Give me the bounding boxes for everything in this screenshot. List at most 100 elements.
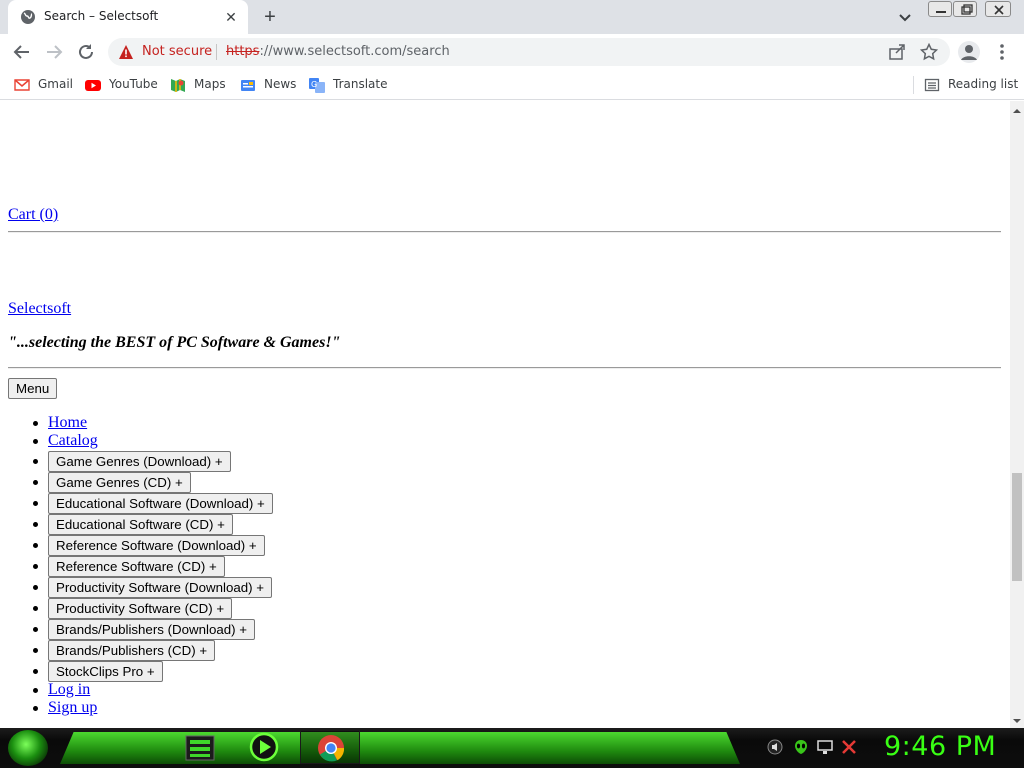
nav-list-item: Game Genres (Download) + bbox=[33, 451, 231, 472]
news-icon bbox=[240, 77, 256, 93]
window-restore-button[interactable] bbox=[953, 1, 977, 17]
page-viewport: Cart (0) Selectsoft "...selecting the BE… bbox=[0, 101, 1010, 728]
nav-expand-button[interactable]: Game Genres (CD) + bbox=[48, 472, 191, 493]
list-bullet bbox=[33, 706, 38, 711]
nav-expand-button[interactable]: Educational Software (CD) + bbox=[48, 514, 233, 535]
list-bullet bbox=[33, 648, 38, 653]
list-bullet bbox=[33, 480, 38, 485]
nav-link-catalog[interactable]: Catalog bbox=[48, 432, 98, 449]
globe-icon bbox=[20, 9, 36, 25]
nav-list-item: Reference Software (Download) + bbox=[33, 535, 265, 556]
nav-expand-button[interactable]: Brands/Publishers (Download) + bbox=[48, 619, 256, 640]
list-bullet bbox=[33, 688, 38, 693]
chrome-taskbar-icon[interactable] bbox=[300, 730, 360, 764]
nav-expand-button[interactable]: Game Genres (Download) + bbox=[48, 451, 231, 472]
tab-strip: Search – Selectsoft ✕ + bbox=[0, 0, 1024, 34]
scroll-down-arrow-icon[interactable] bbox=[1010, 713, 1024, 723]
list-bullet bbox=[33, 606, 38, 611]
nav-expand-button[interactable]: Reference Software (CD) + bbox=[48, 556, 225, 577]
menu-button[interactable]: Menu bbox=[8, 378, 58, 399]
cart-link[interactable]: Cart (0) bbox=[8, 206, 58, 224]
start-button[interactable] bbox=[8, 730, 48, 766]
list-bullet bbox=[33, 543, 38, 548]
url-path: ://www.selectsoft.com/search bbox=[259, 44, 450, 59]
tab-close-icon[interactable]: ✕ bbox=[222, 8, 240, 26]
share-icon[interactable] bbox=[888, 43, 906, 61]
maps-icon bbox=[170, 77, 186, 93]
bookmark-label: News bbox=[264, 77, 297, 91]
warning-triangle-icon[interactable] bbox=[118, 44, 134, 60]
file-manager-icon[interactable] bbox=[182, 730, 218, 764]
nav-list-item: Home bbox=[33, 414, 87, 434]
tab-title: Search – Selectsoft bbox=[44, 9, 159, 23]
list-bullet bbox=[33, 501, 38, 506]
more-menu-icon[interactable] bbox=[994, 42, 1010, 62]
alien-tray-icon[interactable] bbox=[792, 738, 810, 756]
nav-link-sign-up[interactable]: Sign up bbox=[48, 699, 97, 716]
window-minimize-button[interactable] bbox=[928, 1, 952, 17]
nav-expand-button[interactable]: Reference Software (Download) + bbox=[48, 535, 265, 556]
nav-list-item: Productivity Software (CD) + bbox=[33, 598, 233, 619]
bookmark-label: Gmail bbox=[38, 77, 74, 91]
nav-expand-button[interactable]: Educational Software (Download) + bbox=[48, 493, 273, 514]
nav-expand-button[interactable]: StockClips Pro + bbox=[48, 661, 163, 682]
nav-list-item: Sign up bbox=[33, 699, 97, 719]
nav-list-item: StockClips Pro + bbox=[33, 661, 163, 682]
svg-text:G: G bbox=[311, 80, 317, 89]
media-player-icon[interactable] bbox=[246, 730, 282, 764]
list-bullet bbox=[33, 421, 38, 426]
tagline: "...selecting the BEST of PC Software & … bbox=[8, 334, 341, 351]
nav-expand-button[interactable]: Brands/Publishers (CD) + bbox=[48, 640, 216, 661]
url-scheme: https bbox=[226, 44, 260, 59]
vertical-scrollbar[interactable] bbox=[1010, 101, 1024, 728]
list-bullet bbox=[33, 564, 38, 569]
nav-link-home[interactable]: Home bbox=[48, 414, 87, 431]
list-bullet bbox=[33, 585, 38, 590]
not-secure-label[interactable]: Not secure bbox=[142, 44, 212, 59]
network-error-icon[interactable] bbox=[840, 738, 858, 756]
list-bullet bbox=[33, 627, 38, 632]
nav-link-log-in[interactable]: Log in bbox=[48, 681, 90, 698]
nav-list-item: Catalog bbox=[33, 432, 98, 452]
reload-icon[interactable] bbox=[74, 40, 98, 64]
list-bullet bbox=[33, 522, 38, 527]
forward-arrow-icon[interactable] bbox=[42, 40, 66, 64]
address-separator bbox=[216, 44, 217, 60]
nav-expand-button[interactable]: Productivity Software (Download) + bbox=[48, 577, 273, 598]
bookmarks-bar: Gmail YouTube Maps News G Translate Read… bbox=[0, 70, 1024, 100]
speaker-icon[interactable] bbox=[766, 738, 784, 756]
nav-list-item: Brands/Publishers (Download) + bbox=[33, 619, 256, 640]
window-close-button[interactable] bbox=[985, 1, 1011, 17]
list-bullet bbox=[33, 459, 38, 464]
list-bullet bbox=[33, 439, 38, 444]
nav-list-item: Game Genres (CD) + bbox=[33, 472, 191, 493]
reading-list-label: Reading list bbox=[948, 77, 1019, 91]
logo-alt-text: Selectsoft bbox=[8, 300, 72, 317]
nav-list-item: Productivity Software (Download) + bbox=[33, 577, 273, 598]
tab-search-chevron-icon[interactable] bbox=[893, 6, 917, 28]
nav-list-item: Educational Software (CD) + bbox=[33, 514, 233, 535]
taskbar-clock[interactable]: 9:46 PM bbox=[884, 731, 996, 762]
nav-expand-button[interactable]: Productivity Software (CD) + bbox=[48, 598, 233, 619]
profile-avatar-icon[interactable] bbox=[958, 41, 980, 63]
address-bar[interactable]: Not secure https://www.selectsoft.com/se… bbox=[108, 38, 950, 66]
network-icon[interactable] bbox=[816, 738, 834, 756]
gmail-icon bbox=[14, 77, 30, 93]
divider bbox=[8, 231, 1001, 233]
bookmark-label: YouTube bbox=[109, 77, 158, 91]
url-text[interactable]: https://www.selectsoft.com/search bbox=[226, 44, 450, 59]
taskbar: 9:46 PM bbox=[0, 728, 1024, 768]
active-tab[interactable]: Search – Selectsoft ✕ bbox=[8, 0, 248, 34]
scrollbar-thumb[interactable] bbox=[1012, 473, 1022, 581]
bookmark-star-icon[interactable] bbox=[919, 42, 939, 61]
nav-list-item: Log in bbox=[33, 681, 90, 701]
logo-link[interactable]: Selectsoft bbox=[8, 300, 71, 318]
bookmarks-divider bbox=[913, 76, 914, 94]
reading-list-icon bbox=[924, 77, 940, 93]
scroll-up-arrow-icon[interactable] bbox=[1010, 103, 1024, 113]
new-tab-button[interactable]: + bbox=[258, 6, 282, 30]
divider bbox=[8, 367, 1001, 369]
list-bullet bbox=[33, 669, 38, 674]
nav-list-item: Educational Software (Download) + bbox=[33, 493, 273, 514]
back-arrow-icon[interactable] bbox=[10, 40, 34, 64]
